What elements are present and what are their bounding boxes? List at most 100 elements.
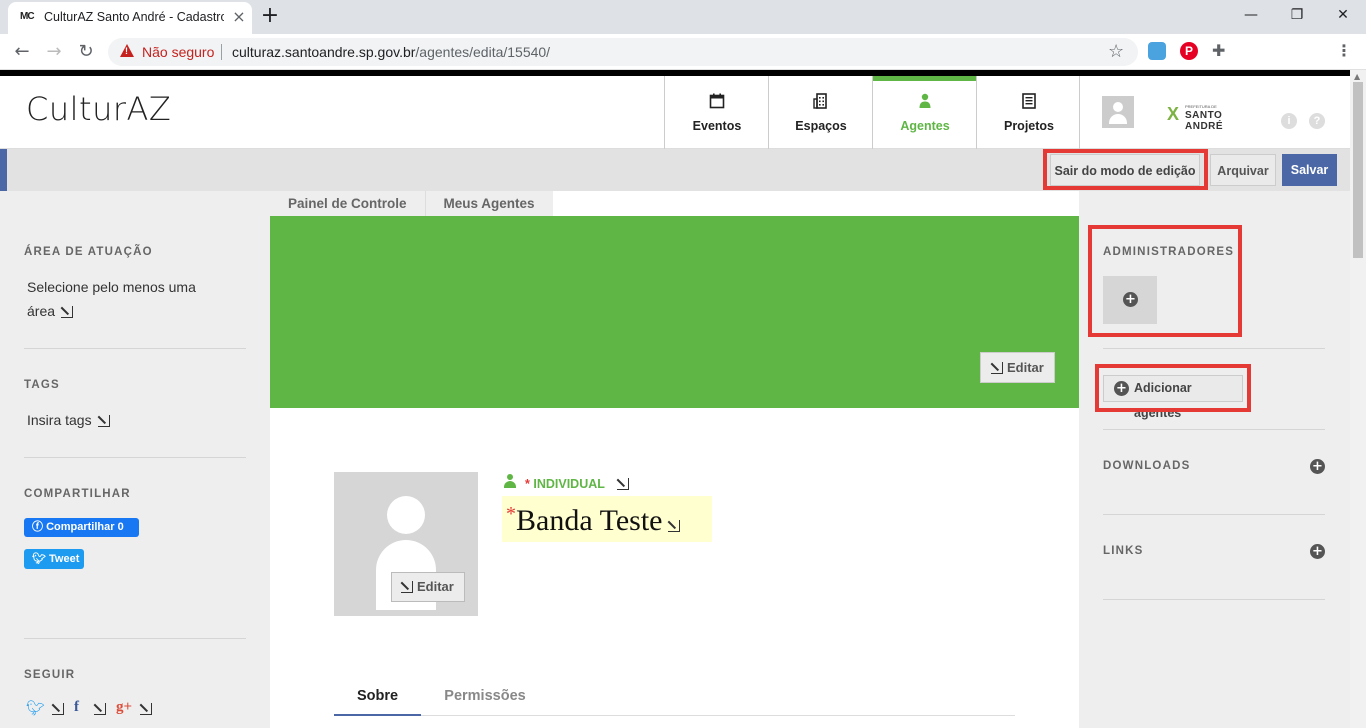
agent-name: *Banda Teste	[506, 503, 681, 538]
admins-title: ADMINISTRADORES	[1103, 246, 1235, 258]
archive-button[interactable]: Arquivar	[1210, 154, 1276, 186]
agent-name-field[interactable]: *Banda Teste	[502, 496, 712, 542]
edit-cover-label: Editar	[1007, 360, 1044, 375]
tab-permissoes[interactable]: Permissões	[430, 688, 540, 716]
edit-avatar-label: Editar	[417, 579, 454, 594]
add-link-icon[interactable]: +	[1310, 544, 1325, 559]
page-scrollbar[interactable]: ▲	[1350, 70, 1366, 728]
edit-type-icon[interactable]	[615, 476, 629, 490]
facebook-icon[interactable]: f	[74, 699, 79, 716]
required-mark: *	[525, 477, 530, 491]
downloads-title: DOWNLOADS	[1103, 460, 1191, 472]
divider	[1103, 429, 1325, 430]
avatar-head	[387, 496, 425, 534]
right-sidebar: ADMINISTRADORES + + Adicionar agentes DO…	[1079, 191, 1350, 728]
divider	[1103, 348, 1325, 349]
cloud-extension-icon[interactable]	[1148, 42, 1166, 60]
url-text[interactable]: culturaz.santoandre.sp.gov.br/agentes/ed…	[232, 44, 550, 60]
edit-facebook-icon[interactable]	[92, 701, 106, 715]
nav-eventos[interactable]: Eventos	[664, 76, 768, 149]
tags-title: TAGS	[24, 379, 60, 391]
agent-type-label: * INDIVIDUAL	[525, 476, 629, 491]
area-select[interactable]: Selecione pelo menos uma área	[27, 275, 196, 323]
google-plus-icon[interactable]: g+	[116, 699, 132, 716]
web-page: CulturAZ Eventos Espaços Agentes Projeto…	[0, 70, 1350, 728]
site-header: CulturAZ Eventos Espaços Agentes Projeto…	[0, 76, 1350, 149]
add-agents-icon: +	[1114, 381, 1129, 396]
browser-menu-icon[interactable]: ⋮	[1336, 41, 1352, 60]
profile-tabs: Sobre Permissões	[334, 682, 1015, 716]
tab-title: CulturAZ Santo André - Cadastro	[44, 10, 224, 24]
not-secure-label[interactable]: Não seguro	[142, 44, 214, 60]
links-title: LINKS	[1103, 545, 1144, 557]
site-favicon-icon: MC	[20, 11, 35, 22]
edit-area-icon[interactable]	[59, 304, 74, 318]
address-bar[interactable]: Não seguro culturaz.santoandre.sp.gov.br…	[108, 38, 1138, 66]
prefeitura-logo[interactable]: X PREFEITURA DE SANTO ANDRÉ	[1167, 104, 1257, 132]
edit-name-icon[interactable]	[666, 518, 681, 532]
tab-sobre[interactable]: Sobre	[334, 688, 421, 716]
area-line-1: Selecione pelo menos uma	[27, 279, 196, 295]
close-window-icon[interactable]: ✕	[1328, 4, 1358, 26]
add-download-icon[interactable]: +	[1310, 459, 1325, 474]
edit-twitter-icon[interactable]	[50, 701, 64, 715]
culturaz-logo[interactable]: CulturAZ	[26, 90, 171, 128]
divider	[1103, 514, 1325, 515]
tags-input[interactable]: Insira tags	[27, 408, 110, 432]
add-admin-slot[interactable]: +	[1103, 276, 1157, 324]
follow-links: 🐦︎ f g+	[26, 699, 166, 719]
divider	[24, 457, 246, 458]
user-avatar[interactable]	[1102, 96, 1134, 128]
edit-tags-icon[interactable]	[96, 413, 110, 427]
scroll-thumb[interactable]	[1353, 82, 1363, 258]
nav-agentes[interactable]: Agentes	[872, 76, 977, 149]
nav-projetos[interactable]: Projetos	[976, 76, 1080, 149]
area-title: ÁREA DE ATUAÇÃO	[24, 246, 153, 258]
pinterest-extension-icon[interactable]: P	[1180, 42, 1198, 60]
close-tab-icon[interactable]: ×	[230, 8, 248, 26]
left-sidebar: ÁREA DE ATUAÇÃO Selecione pelo menos uma…	[0, 191, 270, 728]
person-icon	[919, 93, 931, 108]
facebook-share-button[interactable]: ⓕ Compartilhar 0	[24, 518, 139, 537]
add-agents-label: Adicionar agentes	[1134, 381, 1192, 420]
forward-arrow-icon[interactable]: →	[42, 40, 66, 64]
bookmark-star-icon[interactable]: ☆	[1108, 41, 1124, 62]
cover-image: Editar	[270, 216, 1079, 408]
edit-icon	[399, 579, 413, 593]
divider	[1103, 599, 1325, 600]
nav-espacos[interactable]: Espaços	[768, 76, 872, 149]
exit-edit-mode-button[interactable]: Sair do modo de edição	[1050, 154, 1200, 186]
add-agents-button[interactable]: + Adicionar agentes	[1103, 375, 1243, 420]
nav-label: Espaços	[795, 119, 847, 133]
minimize-icon[interactable]: —	[1236, 4, 1266, 26]
info-icon[interactable]: i	[1281, 113, 1297, 129]
edit-google-plus-icon[interactable]	[138, 701, 152, 715]
divider	[24, 348, 246, 349]
new-tab-icon[interactable]: +	[258, 4, 282, 28]
breadcrumb-meus-agentes[interactable]: Meus Agentes	[424, 191, 553, 216]
twitter-icon[interactable]: 🐦︎	[26, 699, 45, 717]
edit-cover-button[interactable]: Editar	[980, 352, 1055, 383]
prefeitura-label: PREFEITURA DE	[1185, 104, 1217, 109]
twitter-bird-icon: 🐦︎	[32, 553, 50, 565]
scroll-up-icon[interactable]: ▲	[1354, 72, 1360, 81]
tweet-label: Tweet	[49, 553, 80, 565]
edit-avatar-button[interactable]: Editar	[391, 572, 465, 602]
help-icon[interactable]: ?	[1309, 113, 1325, 129]
browser-tab[interactable]: MC CulturAZ Santo André - Cadastro ×	[8, 2, 252, 34]
facebook-icon: ⓕ	[32, 521, 47, 533]
back-arrow-icon[interactable]: ←	[10, 40, 34, 64]
follow-title: SEGUIR	[24, 669, 76, 681]
extensions-puzzle-icon[interactable]: ✚	[1212, 42, 1230, 60]
reload-icon[interactable]: ↻	[74, 40, 98, 64]
nav-label: Projetos	[1003, 119, 1054, 133]
required-mark: *	[506, 503, 516, 525]
maximize-icon[interactable]: ❐	[1282, 4, 1312, 26]
prefeitura-name: SANTO ANDRÉ	[1185, 110, 1224, 132]
save-button[interactable]: Salvar	[1282, 154, 1337, 186]
url-path: /agentes/edita/15540/	[415, 44, 551, 60]
browser-tab-strip: MC CulturAZ Santo André - Cadastro × + —…	[0, 0, 1366, 34]
add-admin-icon: +	[1123, 292, 1138, 307]
tweet-button[interactable]: 🐦︎ Tweet	[24, 549, 84, 569]
breadcrumb-painel[interactable]: Painel de Controle	[270, 191, 425, 216]
